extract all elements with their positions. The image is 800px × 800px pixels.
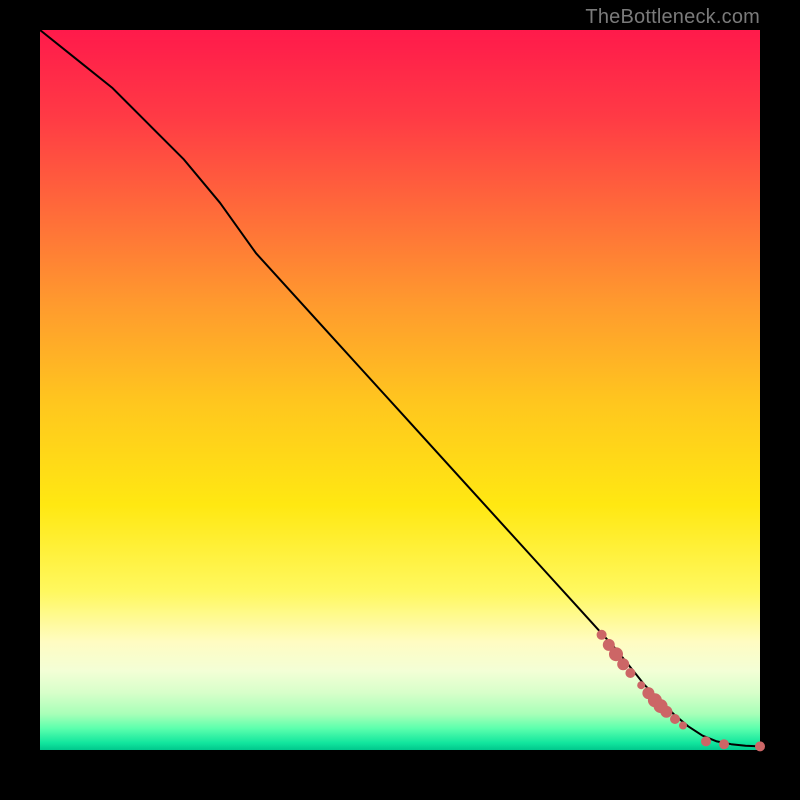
chart-stage: TheBottleneck.com (0, 0, 800, 800)
data-point (670, 714, 680, 724)
data-point (679, 722, 687, 730)
data-points-group (597, 630, 765, 752)
data-point (660, 706, 672, 718)
data-point (617, 658, 629, 670)
data-point (719, 739, 729, 749)
data-point (637, 681, 645, 689)
data-point (755, 741, 765, 751)
data-point (625, 668, 635, 678)
data-point (597, 630, 607, 640)
bottleneck-curve (40, 30, 760, 746)
attribution-text: TheBottleneck.com (585, 6, 760, 29)
chart-overlay (40, 30, 760, 750)
data-point (701, 736, 711, 746)
